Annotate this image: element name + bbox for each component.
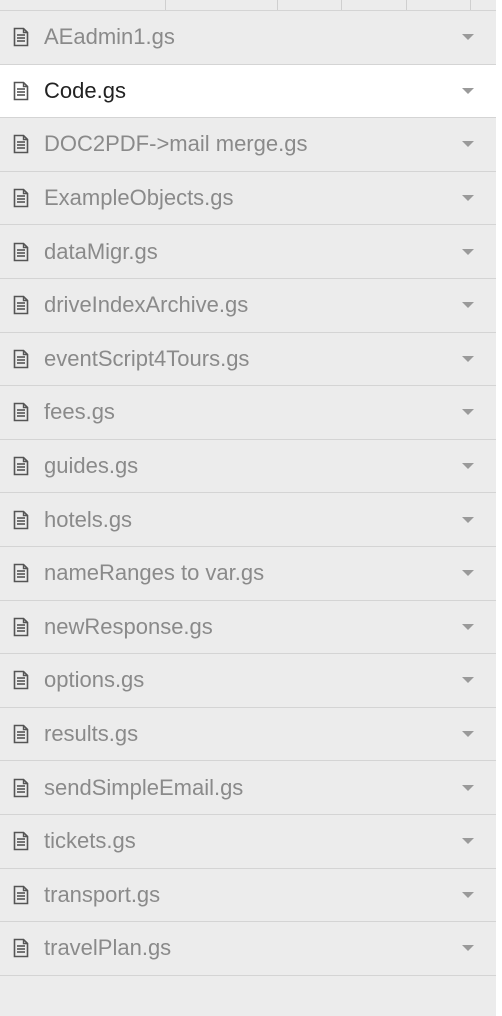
document-icon bbox=[0, 242, 44, 262]
file-item[interactable]: AEadmin1.gs bbox=[0, 11, 496, 65]
file-menu-button[interactable] bbox=[440, 440, 496, 493]
file-item[interactable]: ExampleObjects.gs bbox=[0, 171, 496, 226]
file-name: fees.gs bbox=[44, 399, 115, 425]
chevron-down-icon bbox=[462, 570, 474, 577]
file-menu-button[interactable] bbox=[440, 225, 496, 278]
file-item[interactable]: travelPlan.gs bbox=[0, 922, 496, 976]
toolbar-strip bbox=[0, 0, 496, 11]
file-menu-button[interactable] bbox=[440, 547, 496, 600]
file-item[interactable]: fees.gs bbox=[0, 386, 496, 440]
chevron-down-icon bbox=[462, 945, 474, 952]
file-name: dataMigr.gs bbox=[44, 238, 158, 264]
file-item[interactable]: newResponse.gs bbox=[0, 600, 496, 655]
file-item[interactable]: eventScript4Tours.gs bbox=[0, 332, 496, 387]
document-icon bbox=[0, 188, 44, 208]
chevron-down-icon bbox=[462, 87, 474, 94]
file-item[interactable]: transport.gs bbox=[0, 868, 496, 923]
chevron-down-icon bbox=[462, 141, 474, 148]
document-icon bbox=[0, 670, 44, 690]
file-name: guides.gs bbox=[44, 453, 139, 479]
toolbar-divider bbox=[406, 0, 407, 10]
file-menu-button[interactable] bbox=[440, 65, 496, 118]
file-menu-button[interactable] bbox=[440, 172, 496, 225]
document-icon bbox=[0, 778, 44, 798]
file-menu-button[interactable] bbox=[440, 279, 496, 332]
file-item[interactable]: sendSimpleEmail.gs bbox=[0, 761, 496, 815]
file-menu-button[interactable] bbox=[440, 654, 496, 707]
chevron-down-icon bbox=[462, 195, 474, 202]
document-icon bbox=[0, 724, 44, 744]
file-item[interactable]: tickets.gs bbox=[0, 814, 496, 869]
toolbar-divider bbox=[470, 0, 471, 10]
file-name: sendSimpleEmail.gs bbox=[44, 774, 244, 800]
document-icon bbox=[0, 510, 44, 530]
file-menu-button[interactable] bbox=[440, 386, 496, 439]
file-menu-button[interactable] bbox=[440, 869, 496, 922]
file-item[interactable]: Code.gs bbox=[0, 64, 496, 119]
chevron-down-icon bbox=[462, 516, 474, 523]
chevron-down-icon bbox=[462, 838, 474, 845]
file-item[interactable]: nameRanges to var.gs bbox=[0, 546, 496, 601]
toolbar-divider bbox=[277, 0, 278, 10]
document-icon bbox=[0, 349, 44, 369]
file-name: ExampleObjects.gs bbox=[44, 185, 234, 211]
chevron-down-icon bbox=[462, 248, 474, 255]
file-name: DOC2PDF->mail merge.gs bbox=[44, 131, 308, 157]
document-icon bbox=[0, 938, 44, 958]
file-menu-button[interactable] bbox=[440, 922, 496, 975]
file-list-panel: AEadmin1.gs Code.gs DOC2PDF->mail merge.gs… bbox=[0, 0, 502, 1016]
document-icon bbox=[0, 617, 44, 637]
file-name: transport.gs bbox=[44, 881, 161, 907]
file-name: results.gs bbox=[44, 721, 139, 747]
document-icon bbox=[0, 134, 44, 154]
file-item[interactable]: hotels.gs bbox=[0, 493, 496, 547]
chevron-down-icon bbox=[462, 34, 474, 41]
chevron-down-icon bbox=[462, 409, 474, 416]
file-menu-button[interactable] bbox=[440, 708, 496, 761]
file-item[interactable]: options.gs bbox=[0, 654, 496, 708]
document-icon bbox=[0, 456, 44, 476]
toolbar-divider bbox=[341, 0, 342, 10]
file-menu-button[interactable] bbox=[440, 815, 496, 868]
file-name: nameRanges to var.gs bbox=[44, 560, 265, 586]
document-icon bbox=[0, 563, 44, 583]
file-menu-button[interactable] bbox=[440, 601, 496, 654]
file-name: eventScript4Tours.gs bbox=[44, 345, 250, 371]
file-name: newResponse.gs bbox=[44, 613, 213, 639]
file-item[interactable]: dataMigr.gs bbox=[0, 225, 496, 279]
chevron-down-icon bbox=[462, 731, 474, 738]
document-icon bbox=[0, 81, 44, 101]
file-menu-button[interactable] bbox=[440, 761, 496, 814]
file-name: hotels.gs bbox=[44, 506, 133, 532]
file-name: travelPlan.gs bbox=[44, 935, 172, 961]
chevron-down-icon bbox=[462, 302, 474, 309]
toolbar-divider bbox=[165, 0, 166, 10]
document-icon bbox=[0, 831, 44, 851]
file-name: options.gs bbox=[44, 667, 145, 693]
file-menu-button[interactable] bbox=[440, 11, 496, 64]
file-item[interactable]: guides.gs bbox=[0, 439, 496, 494]
file-item[interactable]: results.gs bbox=[0, 707, 496, 762]
file-menu-button[interactable] bbox=[440, 333, 496, 386]
document-icon bbox=[0, 295, 44, 315]
file-menu-button[interactable] bbox=[440, 493, 496, 546]
file-item[interactable]: DOC2PDF->mail merge.gs bbox=[0, 118, 496, 172]
file-name: tickets.gs bbox=[44, 828, 136, 854]
chevron-down-icon bbox=[462, 463, 474, 470]
chevron-down-icon bbox=[462, 784, 474, 791]
chevron-down-icon bbox=[462, 355, 474, 362]
document-icon bbox=[0, 27, 44, 47]
document-icon bbox=[0, 402, 44, 422]
document-icon bbox=[0, 885, 44, 905]
file-menu-button[interactable] bbox=[440, 118, 496, 171]
chevron-down-icon bbox=[462, 623, 474, 630]
file-name: driveIndexArchive.gs bbox=[44, 292, 249, 318]
file-item[interactable]: driveIndexArchive.gs bbox=[0, 278, 496, 333]
file-list: AEadmin1.gs Code.gs DOC2PDF->mail merge.gs… bbox=[0, 11, 496, 976]
file-name: Code.gs bbox=[44, 77, 126, 103]
file-name: AEadmin1.gs bbox=[44, 24, 175, 50]
chevron-down-icon bbox=[462, 891, 474, 898]
chevron-down-icon bbox=[462, 677, 474, 684]
